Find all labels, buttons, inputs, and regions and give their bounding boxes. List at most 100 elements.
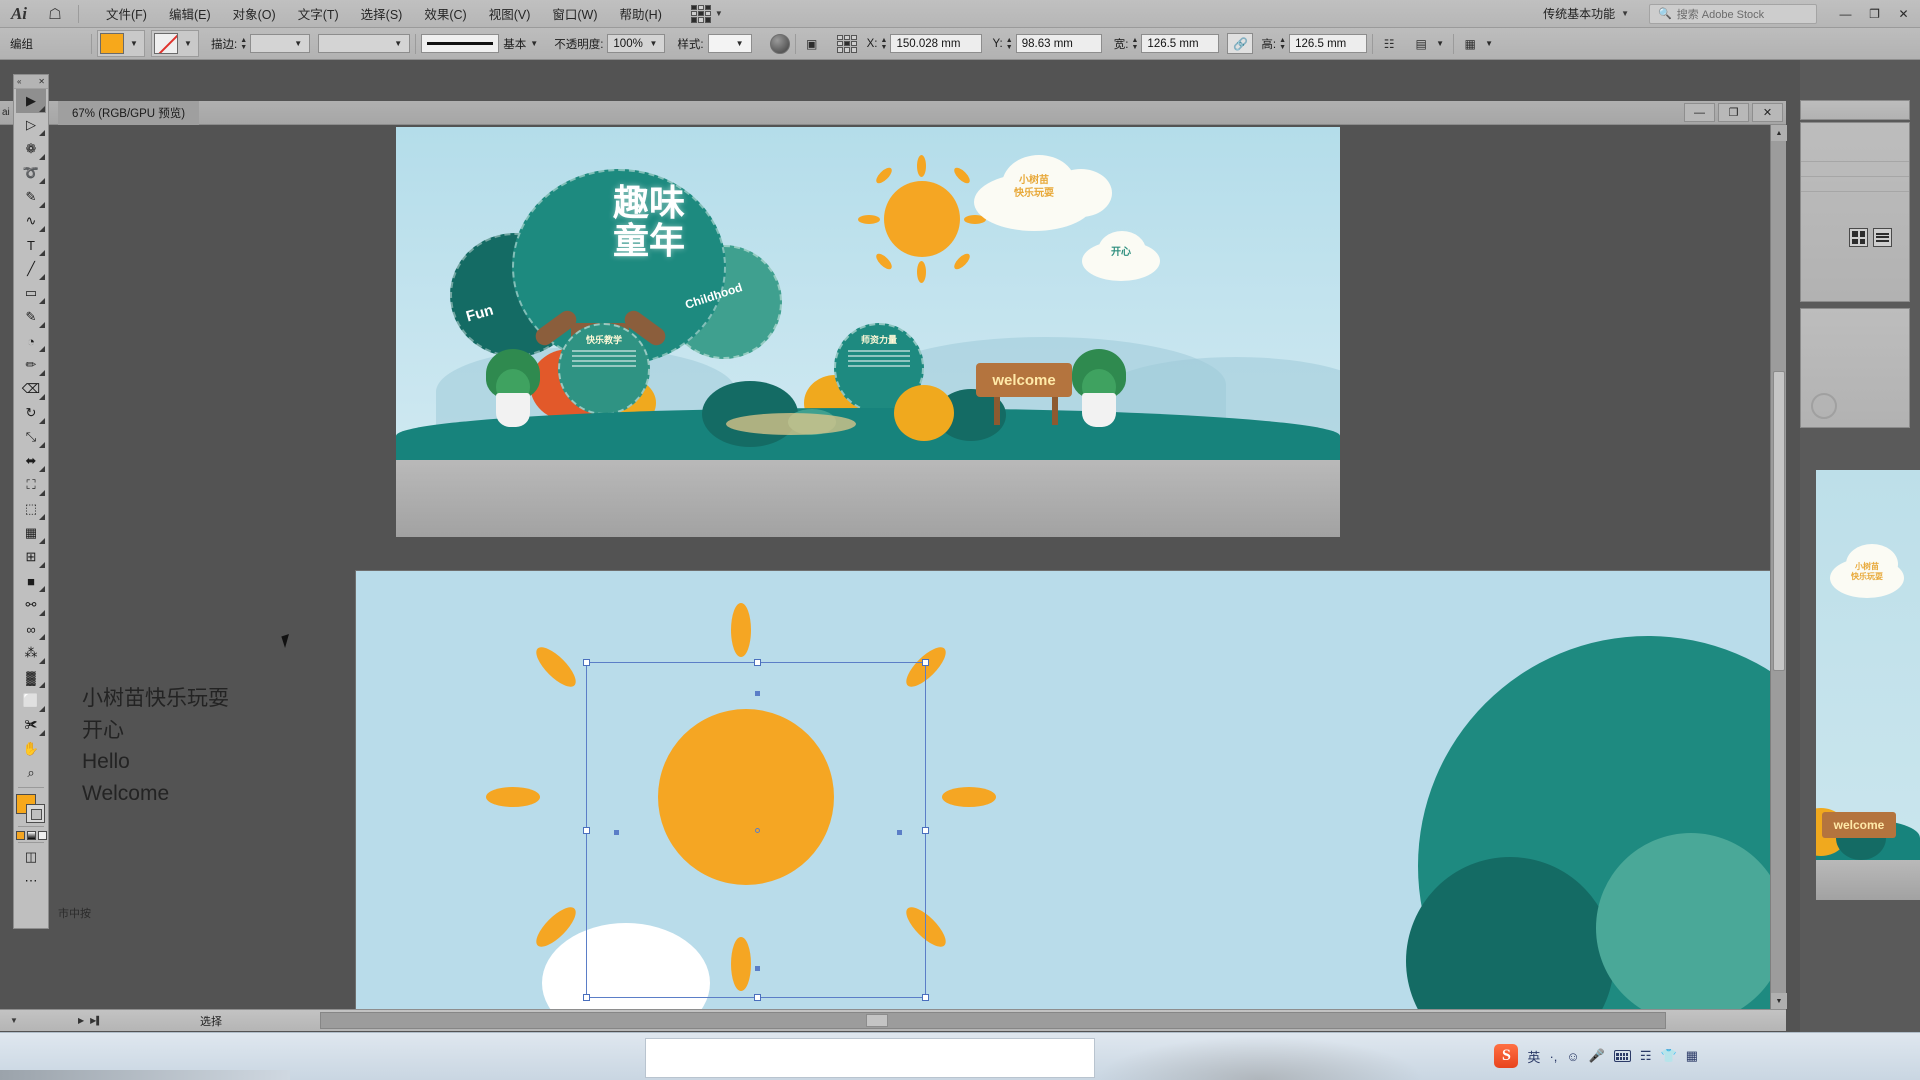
artboard-navigation[interactable]: ▶ ▶▌ (70, 1016, 102, 1025)
doc-close-button[interactable]: ✕ (1752, 103, 1783, 122)
doc-minimize-button[interactable]: — (1684, 103, 1715, 122)
brush-definition-preview[interactable] (421, 34, 500, 53)
menu-view[interactable]: 视图(V) (478, 1, 542, 26)
canvas-horizontal-scrollbar[interactable] (320, 1012, 1666, 1029)
chevron-down-icon[interactable]: ▼ (1481, 34, 1497, 53)
selection-tool[interactable]: ▶ (16, 89, 46, 113)
right-panel-tabstrip[interactable] (1800, 100, 1910, 120)
variable-width-profile[interactable]: ▼ (318, 34, 411, 53)
blend-tool[interactable]: ∞ (16, 617, 46, 641)
text-object-2[interactable]: 开心 (82, 714, 229, 746)
menu-type[interactable]: 文字(T) (287, 1, 350, 26)
free-transform-tool[interactable]: ⛶ (16, 473, 46, 497)
document-tab[interactable]: 67% (RGB/GPU 预览) (58, 100, 200, 125)
height-stepper[interactable]: ▲ ▼ (1276, 34, 1289, 54)
stroke-weight-field[interactable]: ▼ (250, 34, 311, 53)
ime-mode-label[interactable]: 英 (1527, 1047, 1540, 1066)
close-button[interactable]: ✕ (1889, 3, 1918, 25)
home-icon[interactable]: ☖ (38, 0, 72, 28)
slice-tool[interactable]: ✀ (16, 713, 46, 737)
sun-ray-ne[interactable] (900, 641, 952, 693)
workspace-switcher[interactable]: 传统基本功能 ▼ (1535, 3, 1637, 24)
direct-selection-tool[interactable]: ▷ (16, 113, 46, 137)
color-mode-none[interactable] (37, 831, 47, 840)
opacity-mask-icon[interactable]: ▣ (801, 33, 823, 55)
right-panel-secondary[interactable] (1800, 308, 1910, 428)
punctuation-icon[interactable]: ·, (1549, 1049, 1557, 1064)
chevron-down-icon[interactable]: ▼ (526, 34, 542, 53)
last-artboard-icon[interactable]: ▶▌ (90, 1016, 102, 1025)
fill-swatch[interactable] (100, 33, 124, 54)
shaper-tool[interactable]: ◔ (16, 329, 46, 353)
eraser-tool[interactable]: ⌫ (16, 377, 46, 401)
y-stepper[interactable]: ▲ ▼ (1003, 34, 1016, 54)
shape-builder-tool[interactable]: ⬚ (16, 497, 46, 521)
zoom-level-field[interactable]: ▼ (0, 1016, 70, 1025)
emoji-icon[interactable]: ☺ (1566, 1049, 1579, 1064)
chevron-down-icon[interactable]: ▼ (180, 34, 196, 53)
lasso-tool[interactable]: ➰ (16, 161, 46, 185)
chevron-down-icon[interactable]: ▼ (715, 9, 723, 18)
opacity-field[interactable]: 100% ▼ (607, 34, 666, 53)
toolbox-icon[interactable]: ☶ (1640, 1048, 1652, 1064)
restore-button[interactable]: ❐ (1860, 3, 1889, 25)
sogou-logo-icon[interactable]: S (1494, 1044, 1519, 1068)
arrange-documents-icon[interactable] (690, 4, 711, 23)
sogou-ime-toolbar[interactable]: S 英 ·, ☺ 🎤 ☶ 👕 ▦ (1490, 1042, 1702, 1070)
right-panel-properties[interactable] (1800, 122, 1910, 302)
panel-circle-icon[interactable] (1811, 393, 1837, 419)
sun-ray-n[interactable] (731, 603, 751, 657)
graphic-style-field[interactable]: ▼ (707, 34, 752, 53)
chevron-down-icon[interactable]: ▼ (10, 1016, 18, 1025)
color-mode-color[interactable] (15, 831, 25, 840)
hand-tool[interactable]: ✋ (16, 737, 46, 761)
sun-ray-s[interactable] (731, 937, 751, 991)
x-stepper[interactable]: ▲ ▼ (877, 34, 890, 54)
soft-keyboard-icon[interactable] (1613, 1050, 1631, 1062)
paintbrush-tool[interactable]: ✎ (16, 305, 46, 329)
text-object-4[interactable]: Welcome (82, 778, 229, 810)
mesh-tool[interactable]: ⊞ (16, 545, 46, 569)
grid-view-icon[interactable] (1849, 228, 1868, 247)
taskbar-window-thumbnail[interactable] (645, 1038, 1095, 1078)
type-tool[interactable]: T (16, 233, 46, 257)
menu-object[interactable]: 对象(O) (222, 1, 287, 26)
zoom-tool[interactable]: ⌕ (16, 761, 46, 785)
menu-edit[interactable]: 编辑(E) (158, 1, 222, 26)
line-segment-tool[interactable]: ╱ (16, 257, 46, 281)
perspective-grid-tool[interactable]: ▦ (16, 521, 46, 545)
artboard-tool[interactable]: ⬜ (16, 689, 46, 713)
stroke-color-control[interactable]: ▼ (151, 30, 199, 57)
sun-ray-se[interactable] (900, 901, 952, 953)
magic-wand-tool[interactable]: ❁ (16, 137, 46, 161)
height-field[interactable]: 126.5 mm (1289, 34, 1368, 53)
rotate-tool[interactable]: ↻ (16, 401, 46, 425)
artboard[interactable] (355, 570, 1775, 1009)
sun-ray-e[interactable] (942, 787, 996, 807)
canvas-text-objects[interactable]: 小树苗快乐玩耍 开心 Hello Welcome (82, 682, 229, 810)
width-tool[interactable]: ⬌ (16, 449, 46, 473)
microphone-icon[interactable]: 🎤 (1589, 1048, 1605, 1064)
curvature-tool[interactable]: ∿ (16, 209, 46, 233)
scroll-thumb-vertical[interactable] (1773, 371, 1785, 671)
collapse-icon[interactable]: « (17, 77, 21, 86)
screen-mode-icon[interactable]: ◫ (16, 845, 46, 869)
column-graph-tool[interactable]: ▓ (16, 665, 46, 689)
stock-search-input[interactable]: 🔍 搜索 Adobe Stock (1649, 3, 1817, 24)
x-field[interactable]: 150.028 mm (890, 34, 983, 53)
skin-icon[interactable]: 👕 (1661, 1048, 1677, 1064)
menu-help[interactable]: 帮助(H) (609, 1, 673, 26)
sun-ray-nw[interactable] (530, 641, 582, 693)
stroke-swatch-indicator[interactable] (26, 804, 45, 823)
width-field[interactable]: 126.5 mm (1141, 34, 1220, 53)
arrange-icon[interactable]: ▦ (1459, 33, 1481, 55)
chevron-down-icon[interactable]: ▼ (126, 34, 142, 53)
doc-restore-button[interactable]: ❐ (1718, 103, 1749, 122)
close-icon[interactable]: ✕ (38, 77, 45, 86)
apps-grid-icon[interactable]: ▦ (1686, 1048, 1698, 1064)
scroll-thumb-horizontal[interactable] (866, 1014, 888, 1027)
symbol-sprayer-tool[interactable]: ⁂ (16, 641, 46, 665)
color-mode-gradient[interactable] (26, 831, 36, 840)
list-view-icon[interactable] (1873, 228, 1892, 247)
reference-point-selector[interactable] (836, 34, 857, 53)
